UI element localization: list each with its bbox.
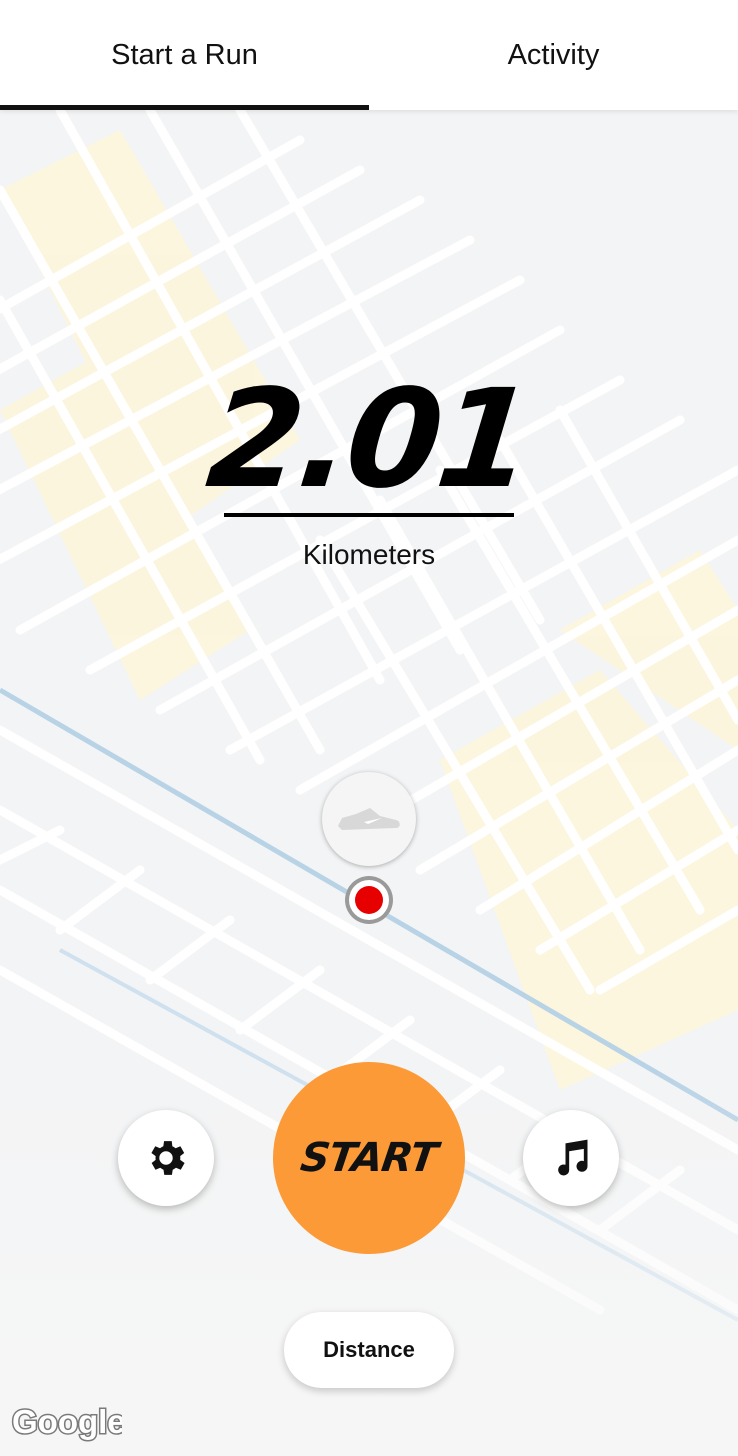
distance-unit-label: Kilometers	[302, 539, 436, 570]
settings-button[interactable]	[118, 1110, 214, 1206]
distance-readout: 2.01 Kilometers	[0, 361, 738, 570]
distance-value: 2.01	[200, 361, 538, 519]
shoe-marker[interactable]	[322, 772, 416, 866]
music-button[interactable]	[523, 1110, 619, 1206]
music-note-icon	[558, 1139, 588, 1176]
svg-text:Google: Google	[12, 1403, 122, 1440]
tab-activity[interactable]: Activity	[369, 0, 738, 110]
current-location-dot	[345, 876, 393, 924]
active-tab-indicator	[0, 105, 369, 110]
google-attribution-logo: Google	[10, 1402, 128, 1447]
gear-icon	[151, 1141, 185, 1175]
start-run-button[interactable]: START	[273, 1062, 465, 1254]
goal-type-button[interactable]: Distance	[284, 1312, 454, 1388]
shoe-icon	[338, 808, 400, 830]
start-button-label: START	[298, 1135, 440, 1181]
google-logo-icon: Google	[11, 1402, 128, 1442]
tab-start-a-run[interactable]: Start a Run	[0, 0, 369, 110]
top-tab-bar: Start a Run Activity	[0, 0, 738, 110]
distance-divider	[224, 513, 514, 517]
